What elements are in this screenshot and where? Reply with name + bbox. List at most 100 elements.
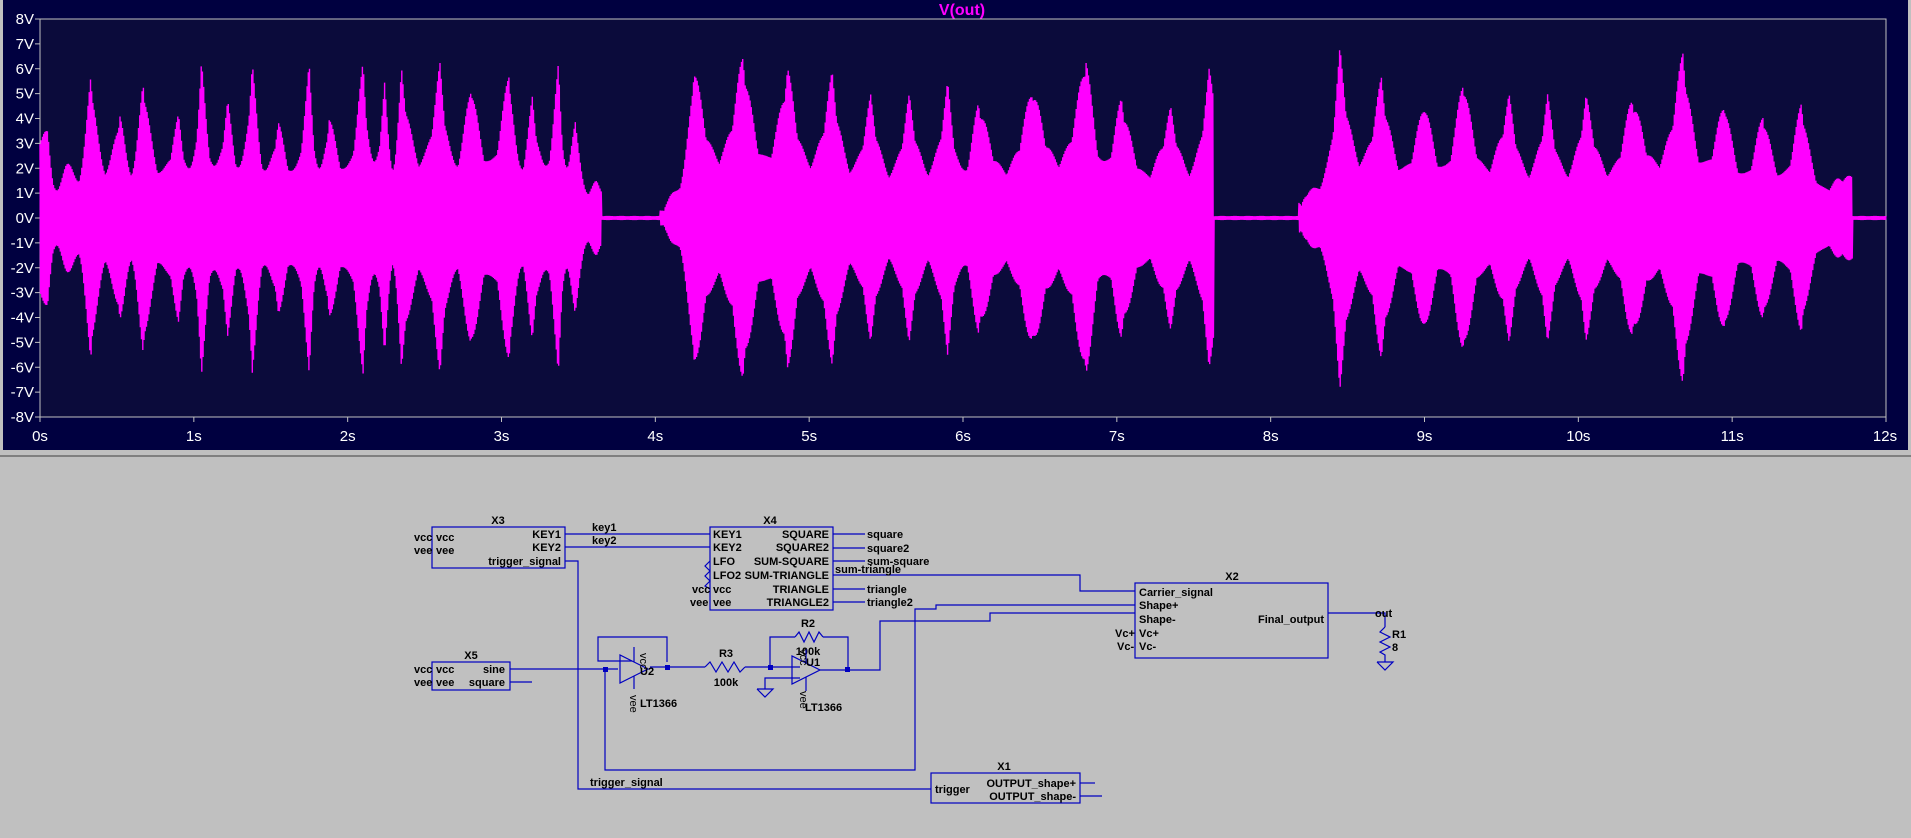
x2-pin-final-output: Final_output [1258,614,1324,626]
u1-model: LT1366 [805,702,842,714]
wire-u1-out[interactable] [820,612,1135,671]
x4-ref: X4 [763,515,777,527]
x4-pin-key2: KEY2 [713,542,742,554]
net-label-out: out [1375,608,1392,620]
y-tick-label: -2V [11,260,34,277]
x3-ext-vee: vee [414,545,432,557]
subcircuit-x4[interactable]: X4 KEY1 KEY2 LFO LFO2 vcc vee vcc vee SQ… [690,515,834,611]
schematic-pane[interactable]: X3 vcc vee vcc vee KEY1 KEY2 trigger_sig… [0,455,1911,833]
y-tick-label: 1V [16,185,34,202]
opamp-u2[interactable]: U2 LT1366 vcc vee [619,647,677,713]
y-tick-label: 0V [16,210,34,227]
resistor-r1[interactable]: R1 8 [1376,626,1406,671]
x2-ext-vc-minus: Vc- [1117,641,1134,653]
u1-pin-vcc: vcc [797,649,809,666]
x2-pin-shape-plus: Shape+ [1139,600,1178,612]
wire-shape-plus[interactable] [604,604,1135,771]
x-tick-label: 11s [1721,428,1744,445]
x-tick-label: 1s [186,428,202,445]
y-tick-label: 5V [16,86,34,103]
x1-pin-trigger: trigger [935,784,971,796]
x-tick-label: 3s [494,428,510,445]
trace-name-label[interactable]: V(out) [939,2,985,19]
u2-pin-vee: vee [627,695,639,713]
y-tick-label: -5V [11,334,34,351]
opamp-u1[interactable]: U1 LT1366 vcc vee [791,649,842,714]
waveform-pane[interactable]: V(out) 8V 7V 6V 5V 4V 3V 2V 1V 0V -1V -2V -3V -4V -5V… [0,0,1911,455]
x-tick-label: 4s [647,428,663,445]
u2-model: LT1366 [640,698,677,710]
y-tick-label: 7V [16,36,34,53]
x5-pin-vee: vee [436,677,454,689]
r1-value: 8 [1392,642,1398,654]
x2-pin-vc-plus: Vc+ [1139,628,1159,640]
wire-u1-ground[interactable] [764,677,800,689]
subcircuit-x2[interactable]: X2 Carrier_signal Shape+ Shape- Vc+ Vc- … [1115,571,1329,659]
y-tick-label: -8V [11,409,34,426]
x3-pin-vcc: vcc [436,532,454,544]
resistor-r3[interactable]: R3 100k [704,648,746,689]
subcircuit-x1[interactable]: X1 trigger OUTPUT_shape+ OUTPUT_shape- [930,761,1081,804]
y-tick-label: -6V [11,359,34,376]
net-label-triangle: triangle [867,584,907,596]
x3-pin-vee: vee [436,545,454,557]
net-label-key1: key1 [592,522,616,534]
x2-ref: X2 [1225,571,1238,583]
r1-body [1378,626,1392,662]
x5-pin-sine: sine [483,664,505,676]
x3-pin-key2: KEY2 [532,542,561,554]
ground-icon [1376,661,1395,671]
wire-r2-left[interactable] [769,636,795,667]
x4-pin-square: SQUARE [782,529,829,541]
u2-pin-vcc: vcc [637,653,649,670]
x4-pin-vcc: vcc [713,584,731,596]
x4-pin-lfo: LFO [713,556,735,568]
x4-ext-vcc: vcc [692,584,710,596]
y-tick-label: -3V [11,285,34,302]
x3-pin-key1: KEY1 [532,529,561,541]
net-label-key2: key2 [592,535,616,547]
x-tick-label: 10s [1566,428,1590,445]
x2-ext-vc-plus: Vc+ [1115,628,1135,640]
x4-pin-square2: SQUARE2 [776,542,829,554]
x4-pin-lfo2: LFO2 [713,570,741,582]
x4-pin-vee: vee [713,597,731,609]
r2-ref: R2 [801,618,815,630]
net-label-trigger-signal: trigger_signal [590,777,663,789]
x5-ext-vcc: vcc [414,664,432,676]
x-tick-label: 5s [801,428,817,445]
x4-ext-vee: vee [690,597,708,609]
net-label-sum-triangle: sum-triangle [835,564,901,576]
y-tick-label: -7V [11,384,34,401]
r3-value: 100k [714,677,739,689]
x2-pin-carrier-signal: Carrier_signal [1139,587,1213,599]
wire-r2-right[interactable] [823,636,849,670]
y-tick-label: 6V [16,61,34,78]
subcircuit-x5[interactable]: X5 vcc vee vcc vee sine square [414,650,511,691]
net-label-triangle2: triangle2 [867,597,913,609]
x4-pin-key1: KEY1 [713,529,742,541]
subcircuit-x3[interactable]: X3 vcc vee vcc vee KEY1 KEY2 trigger_sig… [414,515,566,569]
x4-pin-triangle: TRIANGLE [773,584,829,596]
wire-u2-feedback[interactable] [597,636,668,662]
u1-pin-vee: vee [797,691,809,709]
x-tick-label: 0s [32,428,48,445]
x1-ref: X1 [997,761,1010,773]
x3-pin-trigger-signal: trigger_signal [488,556,561,568]
r1-ref: R1 [1392,629,1406,641]
x3-ref: X3 [491,515,504,527]
y-tick-label: 2V [16,160,34,177]
waveform-plot[interactable]: V(out) 8V 7V 6V 5V 4V 3V 2V 1V 0V -1V -2V -3V -4V -5V… [0,0,1911,455]
x-tick-label: 9s [1417,428,1433,445]
x-tick-label: 6s [955,428,971,445]
schematic-canvas[interactable]: X3 vcc vee vcc vee KEY1 KEY2 trigger_sig… [0,457,1911,833]
x5-pin-square: square [469,677,505,689]
x4-pin-triangle2: TRIANGLE2 [767,597,829,609]
y-tick-label: -1V [11,235,34,252]
y-tick-label: 4V [16,111,34,128]
ground-icon [756,688,775,698]
net-label-square2: square2 [867,543,909,555]
x1-pin-output-shape-plus: OUTPUT_shape+ [986,778,1076,790]
x2-pin-vc-minus: Vc- [1139,641,1156,653]
r3-body [704,660,746,674]
